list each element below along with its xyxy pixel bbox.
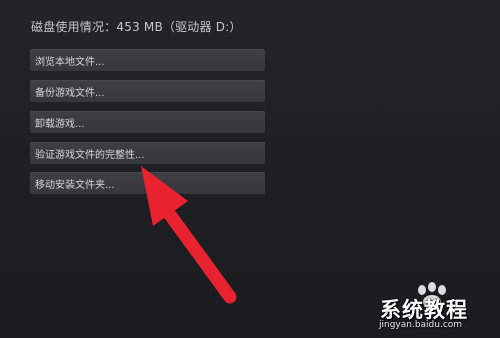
uninstall-game-button[interactable]: 卸载游戏... xyxy=(30,111,265,133)
verify-game-files-button[interactable]: 验证游戏文件的完整性... xyxy=(30,142,265,164)
button-label: 浏览本地文件... xyxy=(35,57,105,68)
arrow-shaft xyxy=(161,205,237,304)
watermark-url: jingyan.baidu.com xyxy=(379,320,463,330)
button-label: 备份游戏文件... xyxy=(35,88,105,99)
button-label: 卸载游戏... xyxy=(35,119,85,130)
move-install-folder-button[interactable]: 移动安装文件夹... xyxy=(30,172,265,194)
disk-usage-label: 磁盘使用情况：453 MB（驱动器 D:） xyxy=(31,20,242,34)
watermark: 系统教程 jingyan.baidu.com xyxy=(370,282,496,334)
backup-game-files-button[interactable]: 备份游戏文件... xyxy=(30,80,265,102)
button-label: 验证游戏文件的完整性... xyxy=(35,150,145,161)
properties-panel: 磁盘使用情况：453 MB（驱动器 D:） 浏览本地文件... 备份游戏文件..… xyxy=(0,0,500,338)
browse-local-files-button[interactable]: 浏览本地文件... xyxy=(30,49,265,71)
button-label: 移动安装文件夹... xyxy=(35,180,115,191)
